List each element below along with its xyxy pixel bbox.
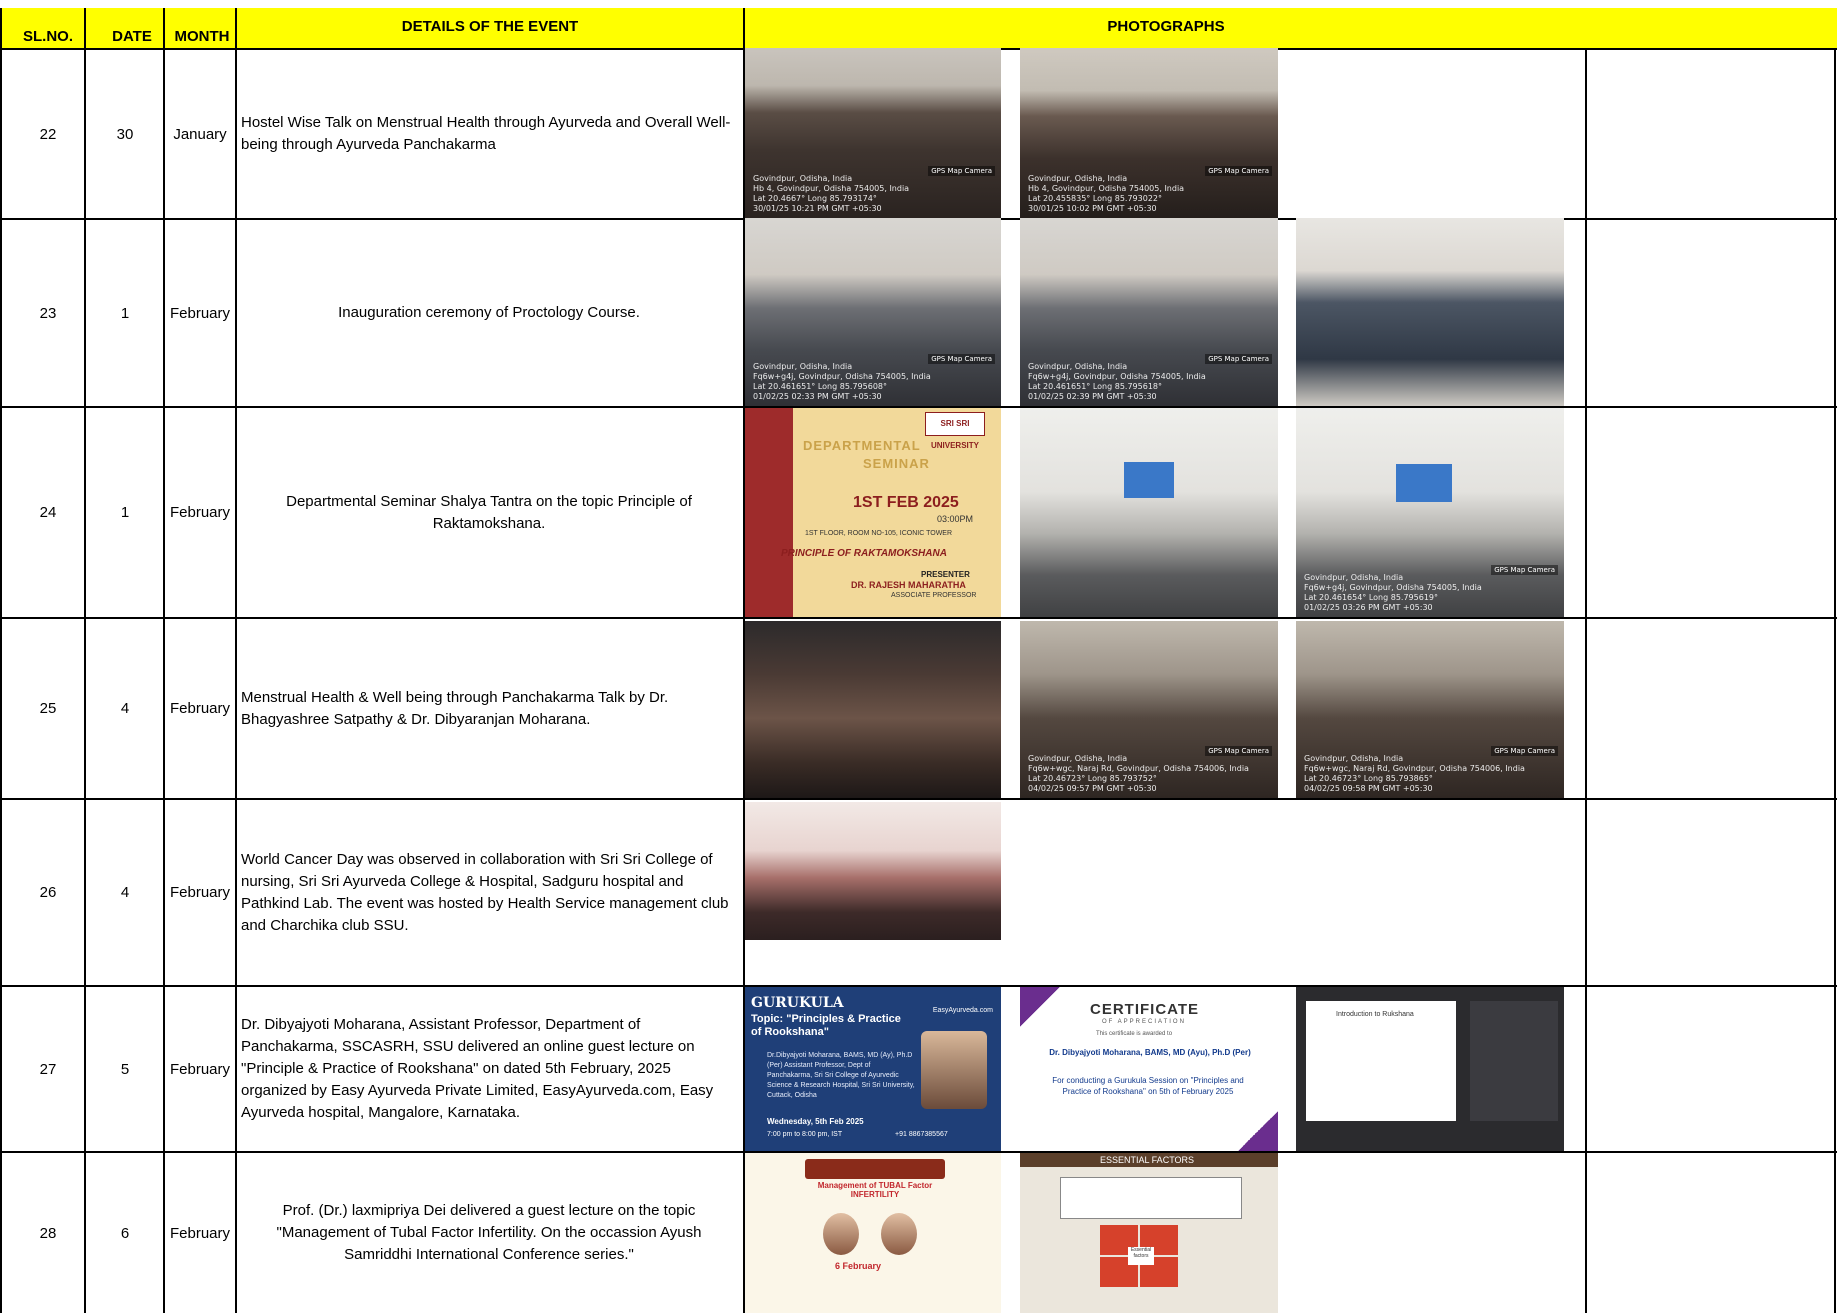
- gps-stamp-text: Govindpur, Odisha, India Fq6w+g4j, Govin…: [1028, 362, 1206, 401]
- speaker-photo: [881, 1213, 917, 1255]
- row-details: Menstrual Health & Well being through Pa…: [241, 688, 669, 728]
- grid-line: [1585, 48, 1587, 1313]
- gps-stamp-text: Govindpur, Odisha, India Fq6w+wgc, Naraj…: [1028, 754, 1249, 793]
- row-month: February: [169, 1060, 231, 1078]
- header-sl-no: SL.NO.: [22, 28, 73, 45]
- poster-topic: PRINCIPLE OF RAKTAMOKSHANA: [781, 548, 947, 559]
- poster-line: DEPARTMENTAL: [803, 438, 921, 453]
- slide-title: ESSENTIAL FACTORS: [1100, 1155, 1195, 1165]
- gps-stamp-text: Govindpur, Odisha, India Hb 4, Govindpur…: [1028, 174, 1185, 213]
- participant-tiles: [1470, 1001, 1558, 1121]
- row-sl-no: 27: [39, 1060, 57, 1078]
- row-date: 1: [120, 504, 130, 521]
- poster-date: Wednesday, 5th Feb 2025: [767, 1117, 864, 1126]
- certificate-reason: For conducting a Gurukula Session on "Pr…: [1052, 1076, 1244, 1096]
- row-details: Hostel Wise Talk on Menstrual Health thr…: [241, 114, 731, 153]
- header-details: DETAILS OF THE EVENT: [401, 18, 579, 35]
- certificate-image: CERTIFICATE OF APPRECIATION This certifi…: [1020, 987, 1278, 1151]
- projector-screen: [1396, 464, 1452, 502]
- certificate-subtitle: OF APPRECIATION: [1102, 1019, 1186, 1025]
- slide-text-box: [1060, 1177, 1242, 1219]
- poster-role: ASSOCIATE PROFESSOR: [891, 592, 977, 599]
- row-month: February: [169, 504, 231, 521]
- row-month: January: [173, 125, 227, 143]
- header-date: DATE: [112, 28, 152, 45]
- event-photo: GPS Map Camera Govindpur, Odisha, India …: [1020, 621, 1278, 798]
- row-details: Dr. Dibyajyoti Moharana, Assistant Profe…: [241, 1016, 714, 1121]
- row-date: 4: [120, 884, 130, 901]
- seminar-poster: SRI SRI UNIVERSITY DEPARTMENTAL SEMINAR …: [745, 408, 1001, 617]
- row-month: February: [169, 884, 231, 901]
- event-photo: [1020, 408, 1278, 617]
- event-photo: GPS Map Camera Govindpur, Odisha, India …: [1020, 218, 1278, 406]
- projector-screen: [1124, 462, 1174, 498]
- event-photo: GPS Map Camera Govindpur, Odisha, India …: [1296, 408, 1564, 617]
- poster-time: 7:00 pm to 8:00 pm, IST: [767, 1131, 843, 1138]
- poster-title: Management of TUBAL Factor INFERTILITY: [817, 1181, 933, 1199]
- poster-venue: 1ST FLOOR, ROOM NO-105, ICONIC TOWER: [805, 530, 953, 537]
- row-date: 30: [116, 125, 134, 143]
- poster-phone: +91 8867385567: [895, 1131, 948, 1138]
- header-month: MONTH: [174, 28, 230, 45]
- poster-presenter: DR. RAJESH MAHARATHA: [851, 580, 966, 590]
- row-details: Prof. (Dr.) laxmipriya Dei delivered a g…: [276, 1202, 702, 1263]
- gurukula-poster: GURUKULA EasyAyurveda.com Topic: "Princi…: [745, 987, 1001, 1151]
- row-details: Departmental Seminar Shalya Tantra on th…: [286, 492, 692, 532]
- event-photo: GPS Map Camera Govindpur, Odisha, India …: [1020, 48, 1278, 218]
- lecture-slide: ESSENTIAL FACTORS Essential factors: [1020, 1153, 1278, 1313]
- row-date: 6: [120, 1224, 130, 1242]
- poster-date: 1ST FEB 2025: [853, 494, 959, 511]
- certificate-name: Dr. Dibyajyoti Moharana, BAMS, MD (Ayu),…: [1049, 1048, 1251, 1057]
- poster-topic: Topic: "Principles & Practice of Rooksha…: [751, 1013, 901, 1038]
- ayush-poster: Management of TUBAL Factor INFERTILITY 6…: [745, 1153, 1001, 1313]
- poster-title: GURUKULA: [751, 995, 844, 1011]
- event-photo: GPS Map Camera Govindpur, Odisha, India …: [745, 48, 1001, 218]
- certificate-corner: [1238, 1111, 1278, 1151]
- gps-stamp-text: Govindpur, Odisha, India Fq6w+g4j, Govin…: [1304, 573, 1482, 612]
- row-sl-no: 25: [39, 700, 57, 717]
- row-sl-no: 23: [39, 304, 57, 322]
- slide-center-label: Essential factors: [1128, 1247, 1154, 1265]
- poster-brand: EasyAyurveda.com: [932, 1007, 993, 1014]
- poster-header: [805, 1159, 945, 1179]
- gps-stamp-text: Govindpur, Odisha, India Fq6w+wgc, Naraj…: [1304, 754, 1525, 793]
- speaker-photo: [823, 1213, 859, 1255]
- certificate-title: CERTIFICATE: [1090, 1001, 1200, 1018]
- header-photographs: PHOTOGRAPHS: [1107, 18, 1225, 35]
- row-month: February: [169, 700, 231, 717]
- gps-stamp-text: Govindpur, Odisha, India Fq6w+g4j, Govin…: [753, 362, 931, 401]
- row-month: February: [169, 304, 231, 322]
- row-sl-no: 22: [39, 125, 57, 143]
- poster-band: [745, 408, 793, 617]
- poster-line: SEMINAR: [863, 456, 930, 471]
- row-month: February: [169, 1224, 231, 1242]
- certificate-corner: [1020, 987, 1060, 1027]
- row-details: World Cancer Day was observed in collabo…: [241, 850, 729, 934]
- event-photo: [745, 802, 1001, 940]
- row-details: Inauguration ceremony of Proctology Cour…: [338, 304, 640, 321]
- event-photo: GPS Map Camera Govindpur, Odisha, India …: [1296, 621, 1564, 798]
- row-date: 1: [120, 304, 130, 322]
- document-title: Introduction to Rukshana: [1336, 1011, 1414, 1018]
- poster-time: 03:00PM: [937, 514, 974, 524]
- poster-speaker: Dr.Dibyajyoti Moharana, BAMS, MD (Ay), P…: [767, 1052, 915, 1099]
- row-date: 4: [120, 700, 130, 717]
- gps-stamp-text: Govindpur, Odisha, India Hb 4, Govindpur…: [753, 174, 910, 213]
- poster-presenter-label: PRESENTER: [921, 570, 970, 579]
- university-logo: SRI SRI UNIVERSITY: [925, 412, 985, 450]
- event-photo: [1296, 218, 1564, 406]
- grid-line: [1834, 48, 1836, 1313]
- certificate-awarded: This certificate is awarded to: [1096, 1031, 1173, 1037]
- event-photo: GPS Map Camera Govindpur, Odisha, India …: [745, 218, 1001, 406]
- speaker-photo: [921, 1031, 987, 1109]
- row-date: 5: [120, 1060, 130, 1078]
- poster-date: 6 February: [835, 1261, 882, 1271]
- row-sl-no: 24: [39, 504, 57, 521]
- event-photo: [745, 621, 1001, 798]
- shared-document: Introduction to Rukshana: [1306, 1001, 1456, 1121]
- meeting-screenshot: Introduction to Rukshana: [1296, 987, 1564, 1151]
- row-sl-no: 26: [39, 884, 57, 901]
- row-sl-no: 28: [39, 1224, 57, 1242]
